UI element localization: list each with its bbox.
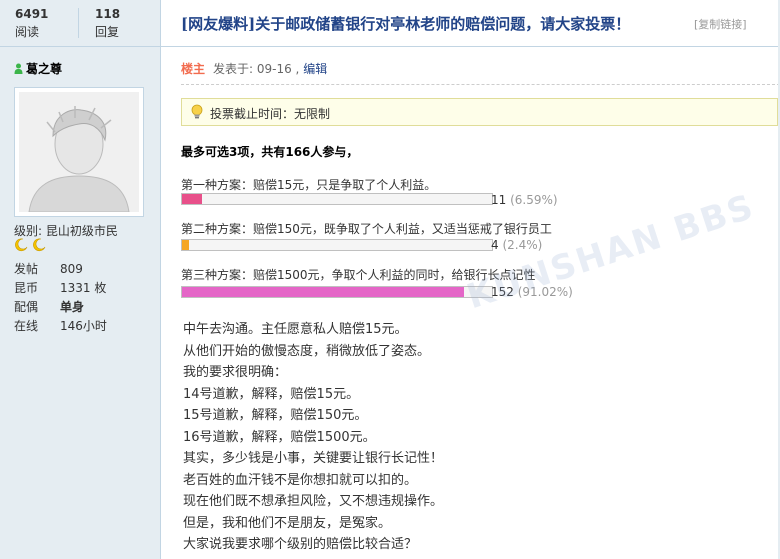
content-line: 16号道歉，解释，赔偿1500元。 (183, 429, 376, 445)
content-line: 从他们开始的傲慢态度，稍微放低了姿态。 (183, 343, 431, 359)
info-key: 昆币 (14, 281, 39, 295)
thread-stats: 6491 阅读 118 回复 (0, 0, 160, 47)
poll-result: 4 (2.4%) (491, 238, 542, 252)
thread-title[interactable]: [网友爆料]关于邮政储蓄银行对亭林老师的赔偿问题，请大家投票！ (181, 13, 630, 34)
poll-bar (181, 286, 493, 298)
poll-count: 4 (491, 238, 499, 252)
poll-option-label: 第一种方案：赔偿15元，只是争取了个人利益。 (181, 178, 437, 192)
content-line: 但是，我和他们不是朋友，是冤家。 (183, 515, 392, 531)
info-key: 发帖 (14, 262, 39, 276)
info-key: 配偶 (14, 300, 39, 314)
edit-link[interactable]: 编辑 (303, 62, 327, 76)
poll-deadline-notice: 投票截止时间：无限制 (181, 98, 778, 126)
content-line: 15号道歉，解释，赔偿150元。 (183, 408, 368, 423)
content-line: 中午去沟通。主任愿意私人赔偿15元。 (183, 322, 408, 337)
views-label: 阅读 (15, 25, 40, 39)
content-line: 大家说我要求哪个级别的赔偿比较合适？ (183, 537, 418, 552)
default-avatar-icon (19, 92, 139, 212)
moon-icon (15, 238, 28, 252)
poll-count: 11 (491, 193, 507, 207)
replies-count: 118 (95, 7, 121, 21)
level-stars (14, 238, 46, 255)
poll-bar-fill (182, 240, 189, 250)
avatar[interactable] (14, 87, 144, 217)
author-sidebar: 6491 阅读 118 回复 葛之尊 级别: 昆山初级市民 发帖 809 昆币 … (0, 0, 161, 559)
moon-icon (33, 238, 46, 252)
info-row: 昆币 1331 枚 (14, 279, 107, 298)
poll-percent: (6.59%) (510, 193, 558, 207)
content-line: 老百姓的血汗钱不是你想扣就可以扣的。 (183, 472, 418, 488)
copy-link-button[interactable]: [复制链接] (694, 16, 747, 32)
poll-bar (181, 239, 493, 251)
header-divider (181, 84, 780, 86)
content-line: 14号道歉，解释，赔偿15元。 (183, 386, 360, 402)
poll-bar-fill (182, 287, 464, 297)
info-value: 146小时 (60, 319, 107, 333)
poll-bar (181, 193, 493, 205)
author-info: 发帖 809 昆币 1331 枚 配偶 单身 在线 146小时 (14, 260, 107, 336)
poll-summary: 最多可选3项，共有166人参与， (181, 145, 359, 159)
info-value: 809 (60, 262, 83, 276)
post-header: 楼主 发表于: 09-16 , 编辑 (181, 60, 327, 77)
content-line: 其实，多少钱是小事，关键要让银行长记性！ (183, 451, 444, 466)
author-name-row[interactable]: 葛之尊 (14, 60, 62, 77)
info-value: 1331 枚 (60, 281, 107, 295)
info-row: 在线 146小时 (14, 317, 107, 336)
stats-divider (78, 8, 79, 38)
poll-result: 11 (6.59%) (491, 193, 558, 207)
thread-owner-badge: 楼主 (181, 62, 206, 76)
info-row: 发帖 809 (14, 260, 107, 279)
content-line: 我的要求很明确： (183, 365, 288, 380)
post-main: [网友爆料]关于邮政储蓄银行对亭林老师的赔偿问题，请大家投票！ [复制链接] 楼… (161, 0, 780, 559)
info-value: 单身 (60, 300, 85, 314)
thread-title-bar: [网友爆料]关于邮政储蓄银行对亭林老师的赔偿问题，请大家投票！ [复制链接] (161, 0, 780, 47)
views-stat: 6491 阅读 (15, 7, 48, 40)
post-time: 发表于: 09-16 , (213, 62, 300, 76)
poll-bar-fill (182, 194, 202, 204)
replies-label: 回复 (95, 25, 120, 39)
poll-deadline: 投票截止时间：无限制 (210, 107, 331, 121)
content-line: 现在他们既不想承担风险，又不想违规操作。 (183, 494, 444, 509)
author-name[interactable]: 葛之尊 (26, 62, 62, 76)
poll-option-label: 第二种方案：赔偿150元，既争取了个人利益，又适当惩戒了银行员工 (181, 222, 552, 236)
post-content: 中午去沟通。主任愿意私人赔偿15元。 从他们开始的傲慢态度，稍微放低了姿态。 我… (183, 319, 443, 556)
lightbulb-icon (191, 104, 203, 119)
info-row: 配偶 单身 (14, 298, 107, 317)
author-level: 级别: 昆山初级市民 (14, 224, 118, 238)
replies-stat: 118 回复 (95, 7, 120, 40)
poll-percent: (2.4%) (502, 238, 543, 252)
info-key: 在线 (14, 319, 39, 333)
user-online-icon (14, 63, 23, 74)
views-count: 6491 (15, 7, 49, 21)
